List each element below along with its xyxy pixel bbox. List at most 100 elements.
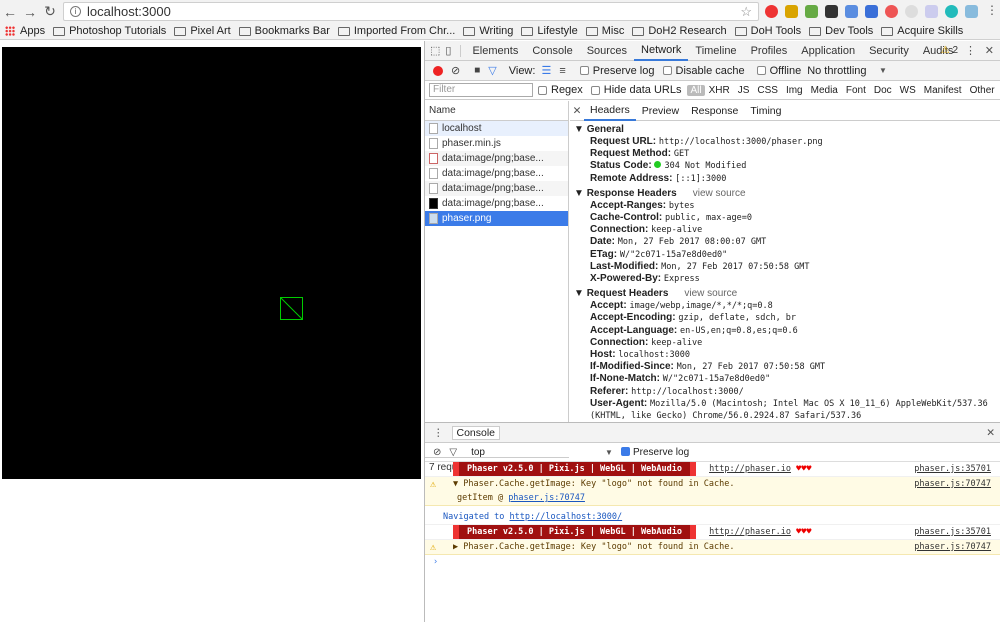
extension-icon[interactable] xyxy=(925,5,938,18)
tab-elements[interactable]: Elements xyxy=(465,45,525,57)
extension-icon[interactable] xyxy=(785,5,798,18)
request-item[interactable]: data:image/png;base... xyxy=(425,181,568,196)
close-drawer-icon[interactable]: ✕ xyxy=(986,427,995,439)
filter-type-other[interactable]: Other xyxy=(966,85,999,96)
chevron-down-icon[interactable]: ▼ xyxy=(879,66,887,75)
bookmark-star-icon[interactable]: ☆ xyxy=(740,4,752,20)
bookmark-folder[interactable]: Dev Tools xyxy=(809,25,873,37)
extension-icon[interactable] xyxy=(845,5,858,18)
filter-type-media[interactable]: Media xyxy=(807,85,842,96)
extension-icon[interactable] xyxy=(865,5,878,18)
extension-icon[interactable] xyxy=(965,5,978,18)
preserve-log-checkbox[interactable] xyxy=(579,66,589,75)
filter-type-img[interactable]: Img xyxy=(782,85,807,96)
filter-type-all[interactable]: All xyxy=(687,84,705,96)
forward-arrow-icon[interactable]: → xyxy=(20,4,40,20)
tab-sources[interactable]: Sources xyxy=(580,45,634,57)
throttling-select[interactable]: No throttling xyxy=(807,65,866,77)
request-list-header[interactable]: Name xyxy=(425,101,568,121)
phaser-link[interactable]: http://phaser.io xyxy=(709,527,791,537)
large-rows-icon[interactable]: ☰ xyxy=(541,64,551,77)
phaser-link[interactable]: http://phaser.io xyxy=(709,464,791,474)
address-bar[interactable]: i localhost:3000 ☆ xyxy=(63,2,759,21)
drawer-menu-icon[interactable]: ⋮ xyxy=(433,427,444,439)
tab-console[interactable]: Console xyxy=(525,45,579,57)
stack-trace-link[interactable]: phaser.js:70747 xyxy=(508,493,585,503)
extension-icon[interactable] xyxy=(905,5,918,18)
view-source-link[interactable]: view source xyxy=(693,188,746,199)
bookmark-folder[interactable]: Lifestyle xyxy=(521,25,578,37)
menu-kebab-icon[interactable]: ⋮ xyxy=(986,3,998,17)
tab-network[interactable]: Network xyxy=(634,41,689,61)
bookmark-folder[interactable]: DoH2 Research xyxy=(632,25,727,37)
offline-checkbox[interactable] xyxy=(756,66,766,75)
extension-icon[interactable] xyxy=(945,5,958,18)
tab-console-drawer[interactable]: Console xyxy=(451,425,501,440)
tab-profiles[interactable]: Profiles xyxy=(744,45,795,57)
chevron-down-icon[interactable]: ▼ xyxy=(605,448,613,457)
extension-icon[interactable] xyxy=(765,5,778,18)
extension-icon[interactable] xyxy=(825,5,838,18)
bookmark-folder[interactable]: Photoshop Tutorials xyxy=(53,25,166,37)
source-link[interactable]: phaser.js:35701 xyxy=(914,525,991,539)
general-section-toggle[interactable]: ▼ General xyxy=(574,124,1000,136)
bookmark-folder[interactable]: Bookmarks Bar xyxy=(238,25,330,37)
bookmark-apps[interactable]: Apps xyxy=(0,25,45,37)
filter-type-js[interactable]: JS xyxy=(734,85,754,96)
bookmark-folder[interactable]: Pixel Art xyxy=(174,25,231,37)
url-text[interactable]: localhost:3000 xyxy=(87,4,171,19)
hide-data-urls-checkbox[interactable] xyxy=(590,85,600,95)
filter-input[interactable]: Filter xyxy=(429,83,533,97)
navigated-link[interactable]: http://localhost:3000/ xyxy=(510,512,623,522)
tab-application[interactable]: Application xyxy=(794,45,862,57)
console-warning[interactable]: ⚠ ▼ Phaser.Cache.getImage: Key "logo" no… xyxy=(425,477,1000,506)
close-detail-icon[interactable]: ✕ xyxy=(570,105,584,117)
clear-console-icon[interactable]: ⊘ xyxy=(433,447,441,458)
tab-headers[interactable]: Headers xyxy=(584,101,636,121)
source-link[interactable]: phaser.js:70747 xyxy=(914,540,991,554)
game-canvas[interactable] xyxy=(2,47,421,479)
filter-type-doc[interactable]: Doc xyxy=(870,85,896,96)
tab-timing[interactable]: Timing xyxy=(744,105,787,117)
context-select[interactable]: top xyxy=(471,447,485,458)
tab-preview[interactable]: Preview xyxy=(636,105,685,117)
source-link[interactable]: phaser.js:35701 xyxy=(914,462,991,476)
response-headers-section-toggle[interactable]: ▼ Response Headers view source xyxy=(574,188,1000,200)
info-icon[interactable]: i xyxy=(70,6,81,17)
reload-icon[interactable]: ↻ xyxy=(40,3,60,20)
overview-icon[interactable]: ≡ xyxy=(559,65,565,77)
tab-timeline[interactable]: Timeline xyxy=(688,45,743,57)
back-arrow-icon[interactable]: ← xyxy=(0,4,20,20)
extension-icon[interactable] xyxy=(885,5,898,18)
console-prompt[interactable]: › xyxy=(425,555,1000,569)
filter-type-ws[interactable]: WS xyxy=(896,85,920,96)
bookmark-folder[interactable]: Imported From Chr... xyxy=(337,25,455,37)
bookmark-folder[interactable]: Misc xyxy=(585,25,624,37)
bookmark-folder[interactable]: Acquire Skills xyxy=(881,25,963,37)
settings-kebab-icon[interactable]: ⋮ xyxy=(965,44,976,57)
tab-response[interactable]: Response xyxy=(685,105,744,117)
source-link[interactable]: phaser.js:70747 xyxy=(914,477,991,491)
filter-type-css[interactable]: CSS xyxy=(753,85,782,96)
console-preserve-log-checkbox[interactable] xyxy=(621,447,630,456)
bookmark-folder[interactable]: DoH Tools xyxy=(734,25,801,37)
filter-funnel-icon[interactable]: ▽ xyxy=(488,64,496,77)
request-item-selected[interactable]: phaser.png xyxy=(425,211,568,226)
clear-icon[interactable]: ⊘ xyxy=(451,64,460,77)
bookmark-folder[interactable]: Writing xyxy=(463,25,513,37)
record-icon[interactable] xyxy=(433,65,443,76)
console-warning[interactable]: ⚠ ▶ Phaser.Cache.getImage: Key "logo" no… xyxy=(425,540,1000,555)
view-source-link[interactable]: view source xyxy=(684,288,737,299)
request-item[interactable]: localhost xyxy=(425,121,568,136)
inspect-element-icon[interactable]: ⬚ xyxy=(425,44,445,57)
camera-icon[interactable]: ■ xyxy=(474,65,480,76)
filter-type-font[interactable]: Font xyxy=(842,85,870,96)
request-headers-section-toggle[interactable]: ▼ Request Headers view source xyxy=(574,288,1000,300)
filter-type-manifest[interactable]: Manifest xyxy=(920,85,966,96)
filter-type-xhr[interactable]: XHR xyxy=(705,85,734,96)
request-item[interactable]: data:image/png;base... xyxy=(425,196,568,211)
request-item[interactable]: phaser.min.js xyxy=(425,136,568,151)
filter-funnel-icon[interactable]: ▽ xyxy=(449,447,457,458)
tab-security[interactable]: Security xyxy=(862,45,916,57)
warning-count-badge[interactable]: ⚠ 2 xyxy=(941,45,958,56)
